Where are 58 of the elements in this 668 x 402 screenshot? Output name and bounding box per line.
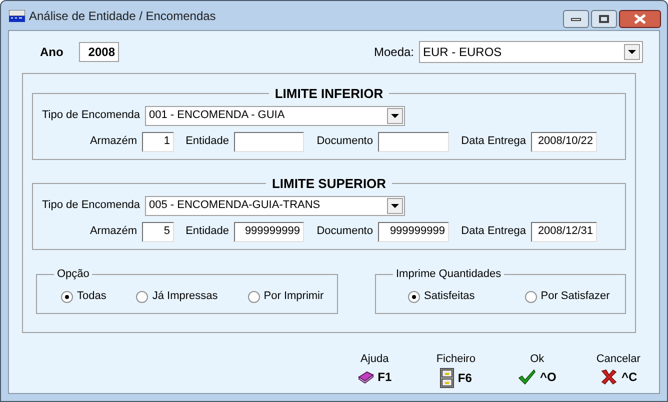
radio-label: Já Impressas [152,289,218,304]
radio-label: Satisfeitas [424,289,475,304]
filing-cabinet-icon [440,368,454,388]
field-label: Entidade [184,224,230,240]
dropdown-button[interactable] [624,44,640,60]
radio-button[interactable] [524,290,537,302]
group-title: LIMITE INFERIOR [274,85,384,103]
radio-label: Todas [77,289,106,304]
toolbar-button[interactable]: Ok ^O [496,351,578,388]
radio-button[interactable] [61,290,73,302]
input-field[interactable]: 1 [142,132,174,152]
field-label: Armazém [88,224,138,240]
radio-label: Por Satisfazer [540,289,610,304]
field-label: Armazém [88,134,138,150]
window-title: Análise de Entidade / Encomendas [29,8,216,24]
caret-icon [628,50,636,54]
dropdown-button[interactable] [387,108,403,124]
toolbar-button[interactable]: Cancelar ^C [578,351,659,388]
order-type-dropdown[interactable]: 001 - ENCOMENDA - GUIA [145,106,405,126]
currency-dropdown[interactable]: EUR - EUROS [419,41,643,63]
close-icon [634,14,646,24]
group-title: Opção [56,267,90,282]
input-field[interactable] [378,132,449,152]
caret-icon [391,114,399,118]
app-icon [9,10,25,22]
year-label: Ano [40,44,64,61]
cross-icon [600,368,618,384]
group-title: LIMITE SUPERIOR [270,175,388,193]
currency-label: Moeda: [374,44,414,61]
radio-button[interactable] [248,290,260,302]
radio-button[interactable] [136,290,148,302]
order-type-label: Tipo de Encomenda [42,198,142,214]
maximize-button[interactable] [591,10,617,28]
field-label: Documento [316,224,374,240]
minimize-button[interactable] [563,10,589,28]
dropdown-button[interactable] [387,198,403,214]
toolbar-button[interactable]: Ajuda F1 [334,351,416,388]
radio-button[interactable] [408,290,420,302]
order-type-dropdown[interactable]: 005 - ENCOMENDA-GUIA-TRANS [145,196,405,216]
field-label: Documento [316,134,374,150]
input-field[interactable]: 999999999 [378,222,449,242]
input-field[interactable] [234,132,304,152]
close-button[interactable] [619,10,661,28]
order-type-label: Tipo de Encomenda [42,108,142,124]
group-title: Imprime Quantidades [395,267,502,282]
field-label: Data Entrega [460,134,527,150]
input-field[interactable]: 5 [142,222,174,242]
field-label: Data Entrega [460,224,527,240]
book-icon [358,370,374,384]
input-field[interactable]: 2008/12/31 [531,222,597,242]
input-field[interactable]: 999999999 [234,222,304,242]
toolbar-button[interactable]: Ficheiro F6 [415,351,496,388]
caret-icon [391,204,399,208]
year-field[interactable]: 2008 [79,42,119,62]
field-label: Entidade [184,134,230,150]
radio-label: Por Imprimir [264,289,324,304]
checkmark-icon [518,368,536,384]
input-field[interactable]: 2008/10/22 [531,132,597,152]
